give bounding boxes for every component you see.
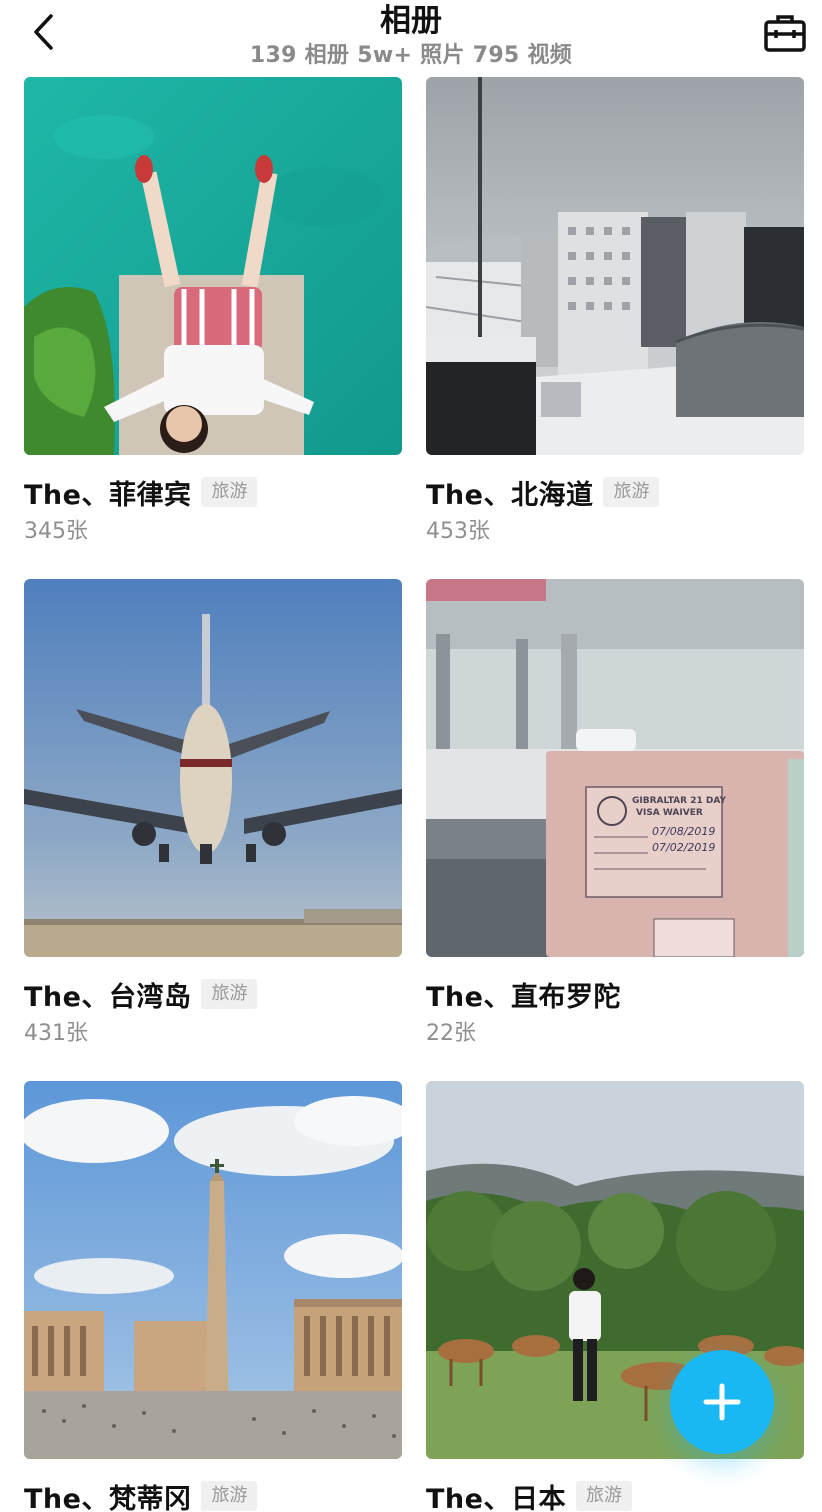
plus-icon <box>703 1383 741 1421</box>
visa-stamp-subtitle: VISA WAIVER <box>636 808 703 818</box>
album-count: 453张 <box>426 519 490 544</box>
visa-date-expiry: 07/02/2019 <box>652 841 715 854</box>
album-card-gibraltar[interactable]: GIBRALTAR 21 DAY VISA WAIVER 07/08/2019 … <box>426 579 804 1049</box>
album-cover-gibraltar: GIBRALTAR 21 DAY VISA WAIVER 07/08/2019 … <box>426 579 804 957</box>
album-card-taiwan[interactable]: The、台湾岛 旅游 431张 <box>24 579 402 1049</box>
toolbox-icon <box>764 15 806 52</box>
album-tag: 旅游 <box>201 979 258 1009</box>
album-tag: 旅游 <box>603 477 660 507</box>
album-name: The、北海道 <box>426 479 594 511</box>
add-album-button[interactable] <box>670 1350 774 1454</box>
album-cover-taiwan <box>24 579 402 957</box>
album-name: The、梵蒂冈 <box>24 1483 192 1512</box>
album-cover-vatican <box>24 1081 402 1459</box>
album-card-philippines[interactable]: The、菲律宾 旅游 345张 <box>24 77 402 547</box>
album-name: The、台湾岛 <box>24 981 192 1013</box>
visa-date-issue: 07/08/2019 <box>652 825 715 838</box>
album-tag: 旅游 <box>575 1481 632 1511</box>
album-card-vatican[interactable]: The、梵蒂冈 旅游 <box>24 1081 402 1512</box>
album-card-hokkaido[interactable]: The、北海道 旅游 453张 <box>426 77 804 547</box>
album-name: The、日本 <box>426 1483 566 1512</box>
album-count: 22张 <box>426 1021 476 1046</box>
visa-stamp-title: GIBRALTAR 21 DAY <box>632 796 726 806</box>
page-subtitle: 139 相册 5w+ 照片 795 视频 <box>249 43 573 68</box>
album-cover-hokkaido <box>426 77 804 455</box>
album-count: 345张 <box>24 519 88 544</box>
top-bar: 相册 139 相册 5w+ 照片 795 视频 <box>0 0 822 74</box>
album-cover-philippines <box>24 77 402 455</box>
album-tag: 旅游 <box>201 1481 258 1511</box>
album-name: The、菲律宾 <box>24 479 192 511</box>
album-count: 431张 <box>24 1021 88 1046</box>
toolbox-button[interactable] <box>762 10 808 56</box>
album-tag: 旅游 <box>201 477 258 507</box>
album-name: The、直布罗陀 <box>426 981 621 1013</box>
page-title: 相册 <box>380 3 442 39</box>
